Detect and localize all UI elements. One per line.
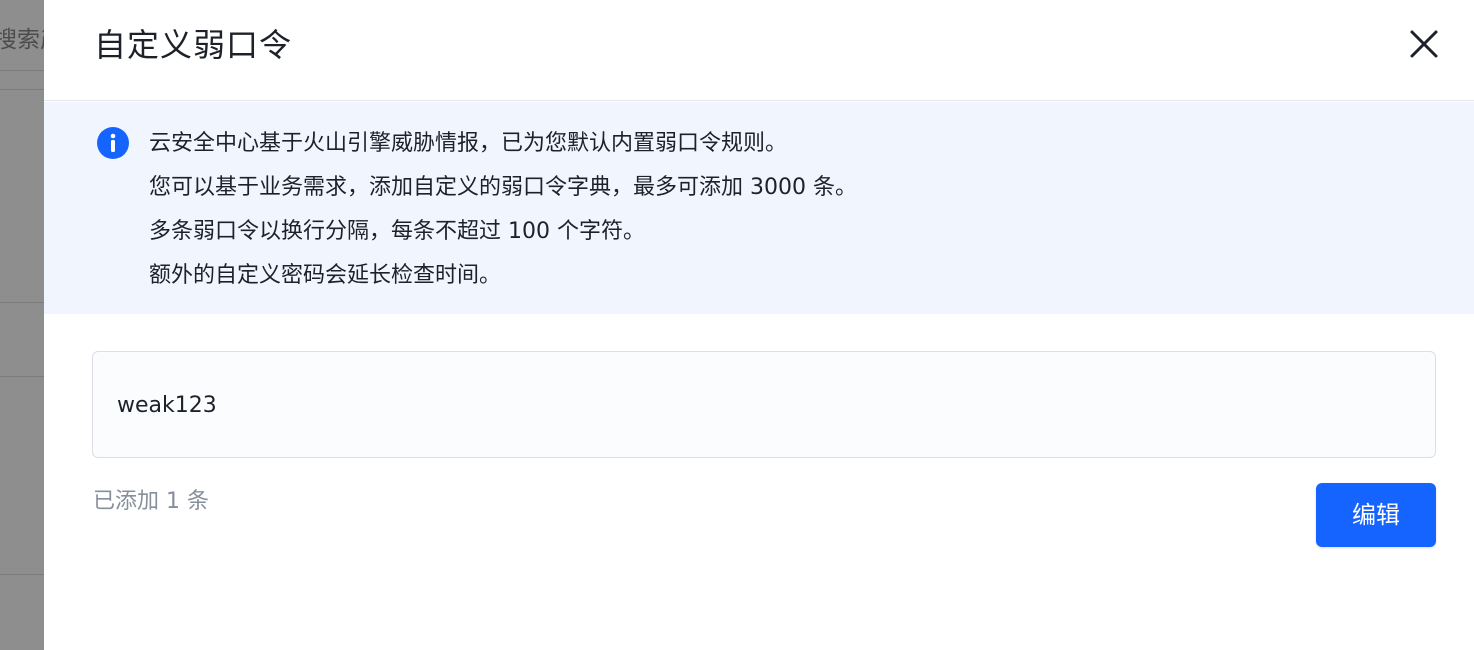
edit-button[interactable]: 编辑: [1316, 483, 1436, 547]
custom-weak-password-drawer: 自定义弱口令 云安全中心基于火山引擎威胁情报，已为您默认内置弱口令规则。 您可以…: [44, 0, 1474, 650]
background-divider: [0, 89, 44, 90]
info-icon: [97, 127, 129, 159]
info-notice: 云安全中心基于火山引擎威胁情报，已为您默认内置弱口令规则。 您可以基于业务需求，…: [44, 102, 1474, 314]
added-count-text: 已添加 1 条: [93, 489, 209, 514]
close-icon[interactable]: [1406, 26, 1442, 62]
weak-password-textarea[interactable]: weak123: [92, 351, 1436, 458]
close-button[interactable]: [1406, 26, 1442, 62]
background-divider: [0, 574, 44, 575]
background-search-input: 搜索产: [0, 27, 44, 53]
notice-line: 多条弱口令以换行分隔，每条不超过 100 个字符。: [149, 219, 645, 244]
notice-line: 云安全中心基于火山引擎威胁情报，已为您默认内置弱口令规则。: [149, 131, 788, 156]
drawer-header: 自定义弱口令: [44, 0, 1474, 101]
background-divider: [0, 70, 44, 71]
drawer-title: 自定义弱口令: [94, 26, 293, 64]
notice-text: 云安全中心基于火山引擎威胁情报，已为您默认内置弱口令规则。 您可以基于业务需求，…: [149, 122, 857, 298]
background-divider: [0, 376, 44, 377]
background-page: 搜索产: [0, 0, 44, 650]
notice-line: 您可以基于业务需求，添加自定义的弱口令字典，最多可添加 3000 条。: [149, 175, 857, 200]
notice-line: 额外的自定义密码会延长检查时间。: [149, 263, 502, 288]
background-divider: [0, 302, 44, 303]
